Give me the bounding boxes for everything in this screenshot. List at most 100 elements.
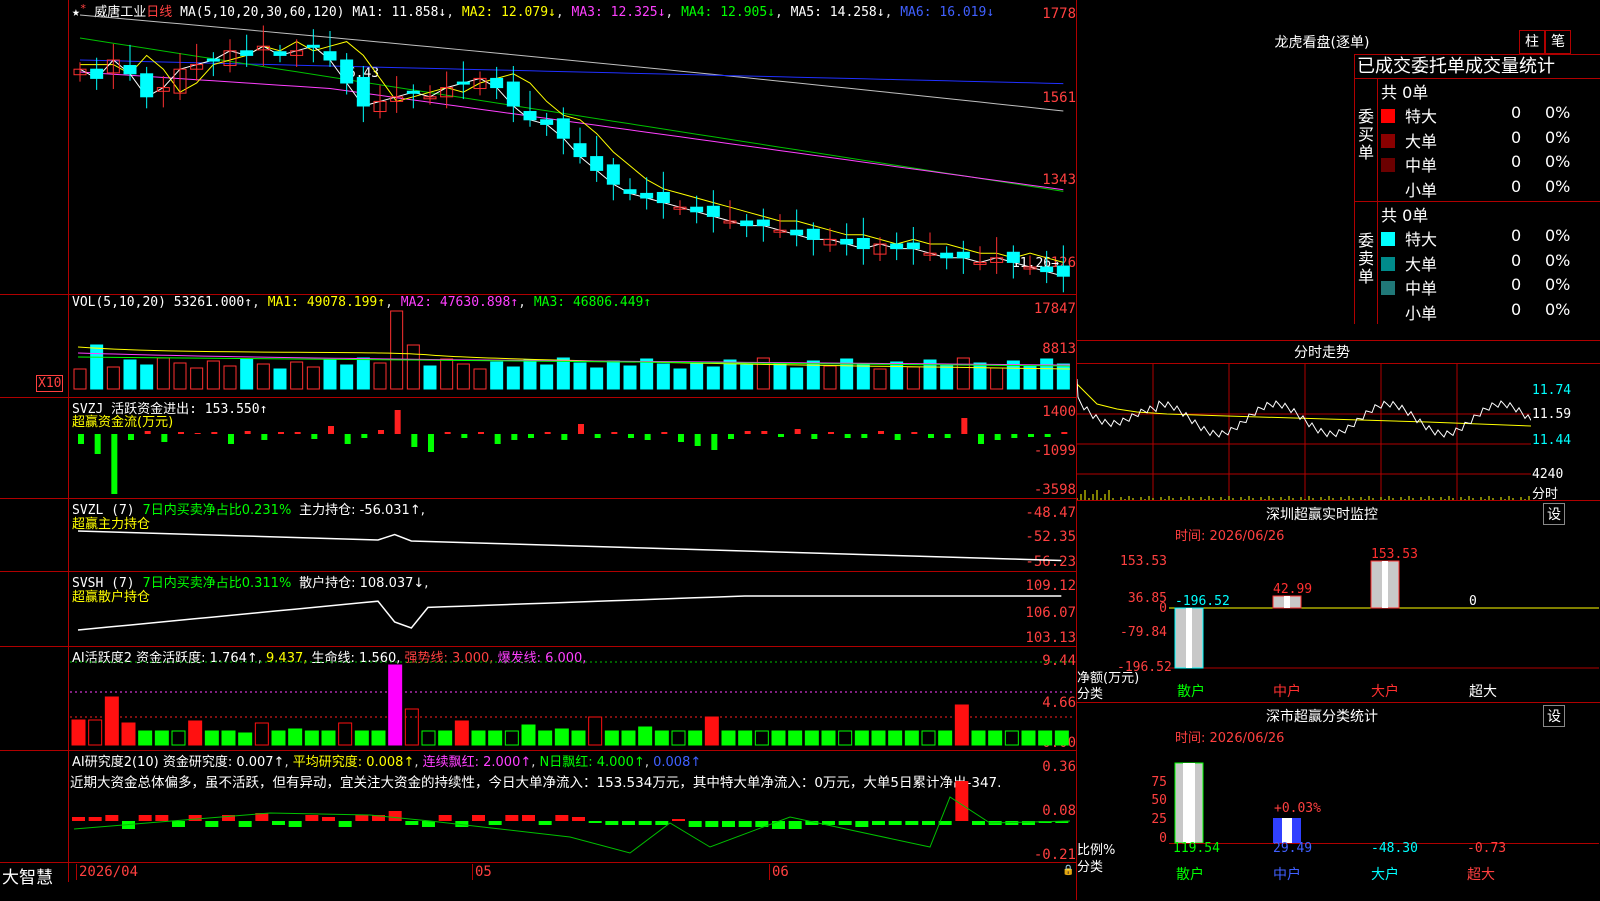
monitor-tick: -79.84	[1120, 625, 1167, 640]
fund-flow-bar	[778, 434, 784, 437]
row-percent: 0%	[1545, 226, 1571, 245]
fund-flow-bar	[144, 431, 151, 434]
volume-bar	[940, 364, 954, 390]
row-percent: 0%	[1545, 103, 1571, 122]
bar-value-label: 153.53	[1371, 547, 1418, 562]
fund-flow-bar	[628, 434, 634, 438]
volume-panel[interactable]: VOL(5,10,20) 53261.000↑, MA1: 49078.199↑…	[0, 294, 1076, 398]
research-bar	[655, 821, 669, 825]
volume-bar	[306, 366, 320, 390]
row-count: 0	[1511, 226, 1522, 245]
volume-bars	[73, 310, 1071, 390]
research-bar	[555, 815, 569, 821]
fund-flow-bar	[278, 432, 284, 434]
buy-row: 小单 0 0%	[1381, 177, 1570, 201]
svsh-panel[interactable]: SVSH (7) 7日内买卖净占比0.311% 散户持仓: 108.037↓, …	[0, 571, 1076, 647]
research-bar	[155, 815, 169, 821]
ai-activity-panel[interactable]: AI活跃度2 资金活跃度: 1.764↑, 9.437, 生命线: 1.560,…	[0, 646, 1076, 751]
stats-settings-button[interactable]: 设	[1543, 705, 1565, 727]
candle	[456, 81, 470, 85]
fund-flow-bar	[128, 434, 134, 440]
candle	[706, 205, 720, 217]
fund-flow-bar	[411, 434, 418, 447]
bar-view-tab[interactable]: 柱	[1519, 30, 1545, 54]
dragon-tiger-panel[interactable]: 龙虎看盘(逐单) 柱 笔 已成交委托单成交量统计 委买单 委卖单 共 0单 共 …	[1077, 0, 1600, 340]
research-bar	[905, 821, 919, 825]
research-bar	[838, 821, 852, 825]
activity-bar	[304, 730, 319, 746]
class-stats-panel[interactable]: 深市超赢分类统计 设 时间: 2026/06/26 75 50 25 0 比例%…	[1077, 702, 1600, 901]
candle	[606, 164, 620, 185]
volume-bar	[373, 362, 387, 390]
research-bar	[572, 817, 585, 821]
fund-flow-bar	[428, 434, 434, 452]
activity-bar	[638, 726, 653, 746]
bar-highlight	[1183, 763, 1195, 843]
svzj-panel[interactable]: SVZJ 活跃资金进出: 153.550↑ 超赢资金流(万元) 1400 -10…	[0, 397, 1076, 499]
monitor-settings-button[interactable]: 设	[1543, 503, 1565, 525]
date-start: 2026/04	[76, 864, 138, 880]
candle	[906, 242, 920, 250]
volume-bar	[506, 366, 520, 390]
volume-bar	[406, 344, 420, 390]
intraday-panel[interactable]: 分时走势 11.74 11.59 11.44 4240 分时	[1077, 340, 1600, 502]
volume-bar	[123, 359, 137, 390]
volume-bar	[340, 364, 354, 390]
sell-row: 小单 0 0%	[1381, 300, 1570, 324]
candle	[90, 68, 104, 79]
candle	[840, 238, 854, 245]
activity-bar	[688, 730, 703, 746]
row-label: 中单	[1405, 156, 1438, 175]
activity-bar	[721, 730, 736, 746]
activity-bar	[88, 719, 103, 746]
lock-icon[interactable]: 🔒	[1062, 865, 1074, 876]
buy-row: 特大 0 0%	[1381, 103, 1570, 127]
research-bar	[322, 817, 335, 821]
fund-flow-bar	[344, 434, 351, 444]
candle	[856, 237, 870, 250]
fund-flow-bar	[861, 434, 868, 438]
activity-bar	[471, 730, 486, 746]
fund-flow-bar	[461, 434, 468, 438]
candle	[206, 58, 220, 62]
buy-row: 大单 0 0%	[1381, 128, 1570, 152]
fund-flow-bar	[694, 434, 701, 446]
research-bar	[622, 821, 635, 825]
svzl-panel[interactable]: SVZL (7) 7日内买卖净占比0.231% 主力持仓: -56.031↑, …	[0, 498, 1076, 572]
tick-view-tab[interactable]: 笔	[1545, 30, 1571, 54]
date-axis: 大智慧 2026/04 05 06 🔒	[0, 862, 1076, 888]
row-label: 大单	[1405, 254, 1438, 274]
research-bar	[205, 821, 219, 827]
price-panel[interactable]: ★* 威唐工业日线 MA(5,10,20,30,60,120) MA1: 11.…	[0, 0, 1076, 294]
research-bar	[605, 821, 619, 825]
bar-highlight	[1284, 596, 1290, 608]
fund-flow-bar	[894, 434, 901, 440]
research-bar	[72, 817, 85, 821]
color-swatch	[1381, 306, 1395, 320]
fund-flow-bar	[561, 434, 568, 440]
fund-flow-bar	[244, 431, 251, 434]
fund-flow-bar	[528, 434, 534, 438]
activity-bar	[104, 696, 119, 746]
candlestick-chart[interactable]	[70, 0, 1074, 294]
research-bar	[888, 821, 902, 825]
fund-flow-bar	[961, 418, 968, 434]
activity-bar	[371, 730, 386, 746]
candle	[690, 206, 704, 213]
volume-bar	[390, 310, 404, 390]
activity-bar	[804, 730, 819, 746]
candle	[523, 111, 537, 121]
fund-flow-bar	[261, 434, 268, 440]
monitor-panel[interactable]: 深圳超赢实时监控 设 时间: 2026/06/26 153.53 36.85 0…	[1077, 500, 1600, 703]
research-bar	[438, 815, 452, 821]
fund-flow-bar	[194, 433, 201, 434]
row-count: 0	[1511, 103, 1522, 122]
research-bar	[955, 781, 969, 821]
fund-flow-bar	[311, 434, 318, 439]
volume-bar	[456, 363, 470, 390]
candle	[640, 192, 654, 199]
volume-bar	[606, 360, 620, 390]
ai-research-panel[interactable]: AI研究度2(10) 资金研究度: 0.007↑, 平均研究度: 0.008↑,…	[0, 750, 1076, 863]
candle	[740, 220, 754, 227]
fund-flow-bar	[711, 434, 718, 450]
